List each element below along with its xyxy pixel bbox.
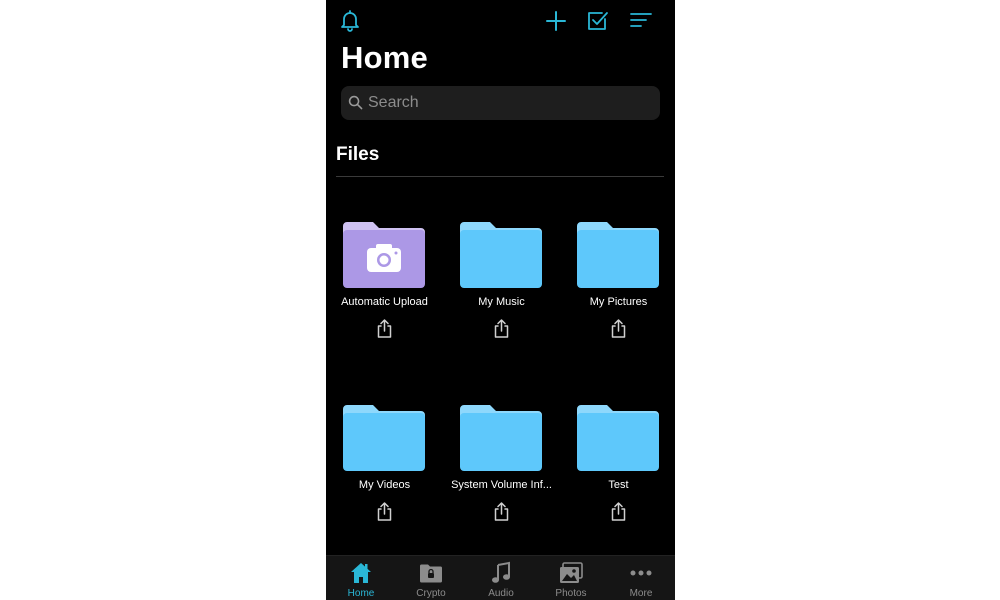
tab-label: Audio: [488, 588, 514, 599]
camera-folder-icon: [343, 222, 425, 288]
file-name: My Videos: [358, 479, 411, 491]
folder-icon: [577, 405, 659, 471]
share-icon[interactable]: [374, 501, 395, 522]
tab-photos[interactable]: Photos: [536, 556, 606, 600]
share-icon[interactable]: [491, 318, 512, 339]
lock-folder-icon: [420, 564, 442, 583]
file-name: My Music: [478, 296, 525, 308]
share-icon[interactable]: [374, 318, 395, 339]
music-note-icon: [492, 561, 510, 583]
phone-screen: Home Files Automatic Upload: [326, 0, 675, 600]
files-grid: Automatic Upload My Music My Pictures My…: [326, 0, 675, 555]
file-name: My Pictures: [589, 296, 648, 308]
file-name: Test: [608, 479, 629, 491]
tab-label: Home: [347, 588, 375, 599]
share-icon[interactable]: [491, 501, 512, 522]
file-tile-my-music[interactable]: My Music: [443, 222, 560, 352]
folder-icon: [577, 222, 659, 288]
tab-label: Photos: [555, 588, 587, 599]
file-tile-my-pictures[interactable]: My Pictures: [560, 222, 675, 352]
share-icon[interactable]: [608, 501, 629, 522]
file-tile-test[interactable]: Test: [560, 405, 675, 535]
tab-label: Crypto: [416, 588, 446, 599]
home-icon: [351, 563, 371, 583]
file-tile-my-videos[interactable]: My Videos: [326, 405, 443, 535]
tab-crypto[interactable]: Crypto: [396, 556, 466, 600]
file-tile-system-volume-information[interactable]: System Volume Inf...: [443, 405, 560, 535]
share-icon[interactable]: [608, 318, 629, 339]
file-tile-automatic-upload[interactable]: Automatic Upload: [326, 222, 443, 352]
file-name: Automatic Upload: [341, 296, 428, 308]
tab-home[interactable]: Home: [326, 556, 396, 600]
tab-audio[interactable]: Audio: [466, 556, 536, 600]
tab-more[interactable]: More: [606, 556, 675, 600]
tab-bar: Home Crypto Audio Photos More: [326, 555, 675, 600]
tab-label: More: [629, 588, 653, 599]
file-name: System Volume Inf...: [451, 479, 552, 491]
ellipsis-icon: [630, 570, 652, 576]
photos-icon: [560, 562, 583, 583]
folder-icon: [343, 405, 425, 471]
folder-icon: [460, 405, 542, 471]
folder-icon: [460, 222, 542, 288]
